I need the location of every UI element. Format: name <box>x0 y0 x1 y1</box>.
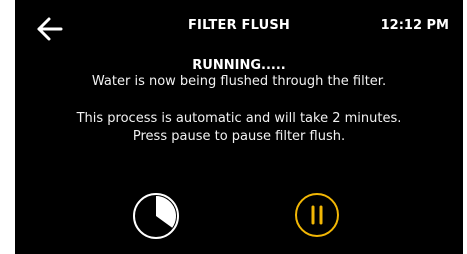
flush-message: Water is now being flushed through the f… <box>91 74 387 89</box>
progress-timer-icon <box>133 193 179 239</box>
status-text: RUNNING..... <box>192 58 286 73</box>
process-info-text: This process is automatic and will take … <box>76 111 402 126</box>
progress-timer <box>130 190 182 242</box>
pause-instruction-text: Press pause to pause filter flush. <box>132 129 346 144</box>
clock-time: 12:12 PM <box>380 18 449 33</box>
pause-icon <box>295 193 339 237</box>
filter-flush-screen: FILTER FLUSH 12:12 PM RUNNING..... Water… <box>15 0 463 254</box>
pause-button[interactable] <box>292 190 342 240</box>
